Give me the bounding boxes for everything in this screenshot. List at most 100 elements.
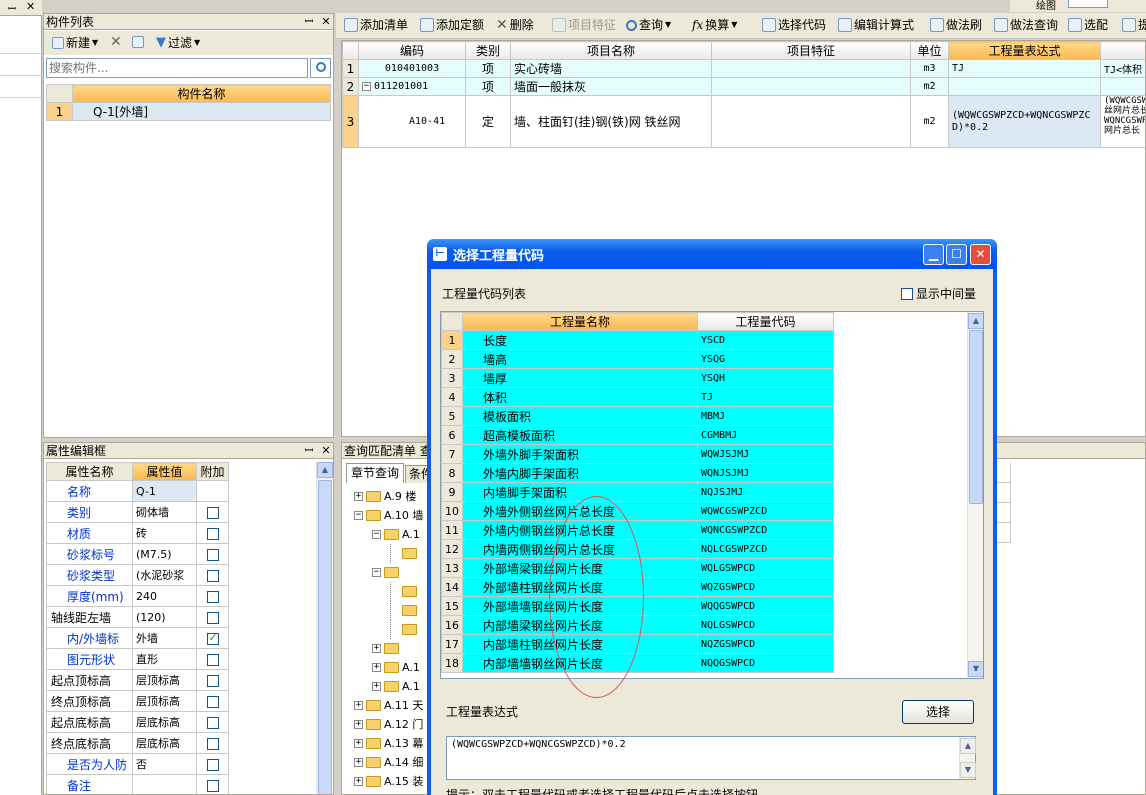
attr-value-cell[interactable]: 否 [132,753,197,775]
select-match-button[interactable]: 选配 [1068,13,1108,37]
attr-name-header[interactable]: 属性名称 [46,462,133,481]
table-row[interactable]: 6 超高模板面积 CGMBMJ [441,425,834,445]
qty-name-header[interactable]: 工程量名称 [462,312,698,331]
tree-node[interactable] [390,582,420,601]
expand-icon[interactable]: + [372,682,381,691]
attr-value-cell[interactable]: 层顶标高 [132,690,197,712]
qty-code-cell[interactable]: NQJSJMJ [697,482,834,502]
expr-cell[interactable]: (WQWCGSWPZCD+WQNCGSWPZCD)*0.2 [948,95,1101,148]
method-brush-button[interactable]: 做法刷 [930,13,982,37]
add-list-button[interactable]: 添加清单 [344,13,408,37]
delete-button[interactable]: ✕ 删除 [496,13,534,37]
tree-node[interactable]: + A.11 天 [354,696,423,715]
qty-code-cell[interactable]: YSQG [697,349,834,369]
extra-cell[interactable] [1100,77,1145,96]
tree-node[interactable]: + A.13 幕 [354,734,423,753]
expr-textarea[interactable]: (WQWCGSWPZCD+WQNCGSWPZCD)*0.2 ▲ ▼ [446,736,976,780]
collapse-icon[interactable]: − [372,568,381,577]
code-cell[interactable]: A10-41 [358,95,466,148]
expand-icon[interactable]: + [372,644,381,653]
expand-icon[interactable]: + [354,758,363,767]
attr-name-cell[interactable]: 备注 [46,774,133,794]
scroll-down-icon[interactable]: ▼ [968,661,983,677]
name-cell[interactable]: 墙面一般抹灰 [510,77,712,96]
extra-cell[interactable]: TJ<体积 [1100,59,1145,78]
attr-extra-cell[interactable] [196,774,229,794]
checkbox[interactable] [206,590,219,603]
table-row[interactable]: 10 外墙外侧钢丝网片总长度 WQWCGSWPZCD [441,501,834,521]
attr-extra-cell[interactable] [196,543,229,565]
qty-code-cell[interactable]: TJ [697,387,834,407]
checkbox[interactable] [206,716,219,729]
pin-icon[interactable]: ꟷ [302,14,316,30]
qty-code-cell[interactable]: WQNJSJMJ [697,463,834,483]
attr-value-cell[interactable]: 层底标高 [132,711,197,733]
qty-name-cell[interactable]: 墙厚 [462,368,698,388]
type-cell[interactable]: 定 [465,95,511,148]
checkbox[interactable] [206,611,219,624]
checkbox[interactable] [206,548,219,561]
qty-name-cell[interactable]: 模板面积 [462,406,698,426]
checkbox[interactable] [206,527,219,540]
table-row[interactable]: 砂浆类型 (水泥砂浆 [46,564,229,586]
table-row[interactable]: 砂浆标号 (M7.5) [46,543,229,565]
attr-extra-cell[interactable] [196,585,229,607]
expr-cell[interactable] [948,77,1101,96]
expand-icon[interactable]: + [354,739,363,748]
code-cell[interactable]: −011201001 [358,77,466,96]
pin-icon[interactable]: ꟷ [302,443,316,459]
collapse-icon[interactable]: − [362,81,371,91]
name-cell[interactable]: 实心砖墙 [510,59,712,78]
minimize-button[interactable]: ▁ [923,244,944,265]
attr-extra-cell[interactable] [196,606,229,628]
table-row[interactable]: 4 体积 TJ [441,387,834,407]
tab-chapter-query[interactable]: 章节查询 [346,463,404,483]
maximize-button[interactable]: ☐ [946,244,967,265]
table-row[interactable]: 图元形状 直形 [46,648,229,670]
component-name-header[interactable]: 构件名称 [72,84,331,103]
delete-icon[interactable]: ✕ [110,34,122,50]
qty-name-cell[interactable]: 外墙外脚手架面积 [462,444,698,464]
scroll-up-icon[interactable]: ▲ [960,738,976,754]
name-cell[interactable]: 墙、柱面钉(挂)钢(铁)网 铁丝网 [510,95,712,148]
copy-icon[interactable] [132,36,144,48]
qty-code-cell[interactable]: WQWCGSWPZCD [697,501,834,521]
attr-name-cell[interactable]: 材质 [46,522,133,544]
attr-extra-cell[interactable] [196,564,229,586]
table-row[interactable]: 终点底标高 层底标高 [46,732,229,754]
col-header-unit[interactable]: 单位 [910,41,949,60]
close-icon[interactable]: ✕ [26,0,35,13]
pin-icon[interactable]: ꟷ [8,1,16,15]
qty-code-cell[interactable]: MBMJ [697,406,834,426]
tree-node[interactable]: + A.12 门 [354,715,423,734]
filter-button[interactable]: ▼ 过滤 ▼ [156,31,200,55]
table-row[interactable]: 8 外墙内脚手架面积 WQNJSJMJ [441,463,834,483]
tree-node[interactable]: + A.1 [372,658,420,677]
table-row[interactable]: 起点顶标高 层顶标高 [46,669,229,691]
qty-name-cell[interactable]: 墙高 [462,349,698,369]
qty-code-cell[interactable]: WQZGSWPCD [697,577,834,597]
table-row[interactable]: 1 010401003 项 实心砖墙 m3 TJ TJ<体积 [342,59,1145,78]
qty-name-cell[interactable]: 外墙内脚手架面积 [462,463,698,483]
attr-name-cell[interactable]: 类别 [46,501,133,523]
qty-code-cell[interactable]: YSCD [697,330,834,350]
table-row[interactable]: 7 外墙外脚手架面积 WQWJSJMJ [441,444,834,464]
col-header-extra[interactable] [1100,41,1145,60]
table-row[interactable]: 起点底标高 层底标高 [46,711,229,733]
attr-value-cell[interactable]: 240 [132,585,197,607]
attr-extra-cell[interactable] [196,627,229,649]
close-icon[interactable]: ✕ [319,14,333,30]
add-quota-button[interactable]: 添加定额 [420,13,484,37]
checkbox[interactable] [206,631,219,645]
attr-value-cell[interactable]: Q-1 [132,480,197,502]
qty-code-cell[interactable]: YSQH [697,368,834,388]
attr-name-cell[interactable]: 名称 [46,480,133,502]
scroll-up-icon[interactable]: ▲ [317,462,333,478]
tree-node[interactable] [390,544,420,563]
type-cell[interactable]: 项 [465,77,511,96]
tree-node[interactable]: + A.14 细 [354,753,423,772]
attr-name-cell[interactable]: 图元形状 [46,648,133,670]
table-row[interactable]: 9 内墙脚手架面积 NQJSJMJ [441,482,834,502]
attr-name-cell[interactable]: 轴线距左墙 [46,606,133,628]
attr-value-header[interactable]: 属性值 [132,462,197,481]
